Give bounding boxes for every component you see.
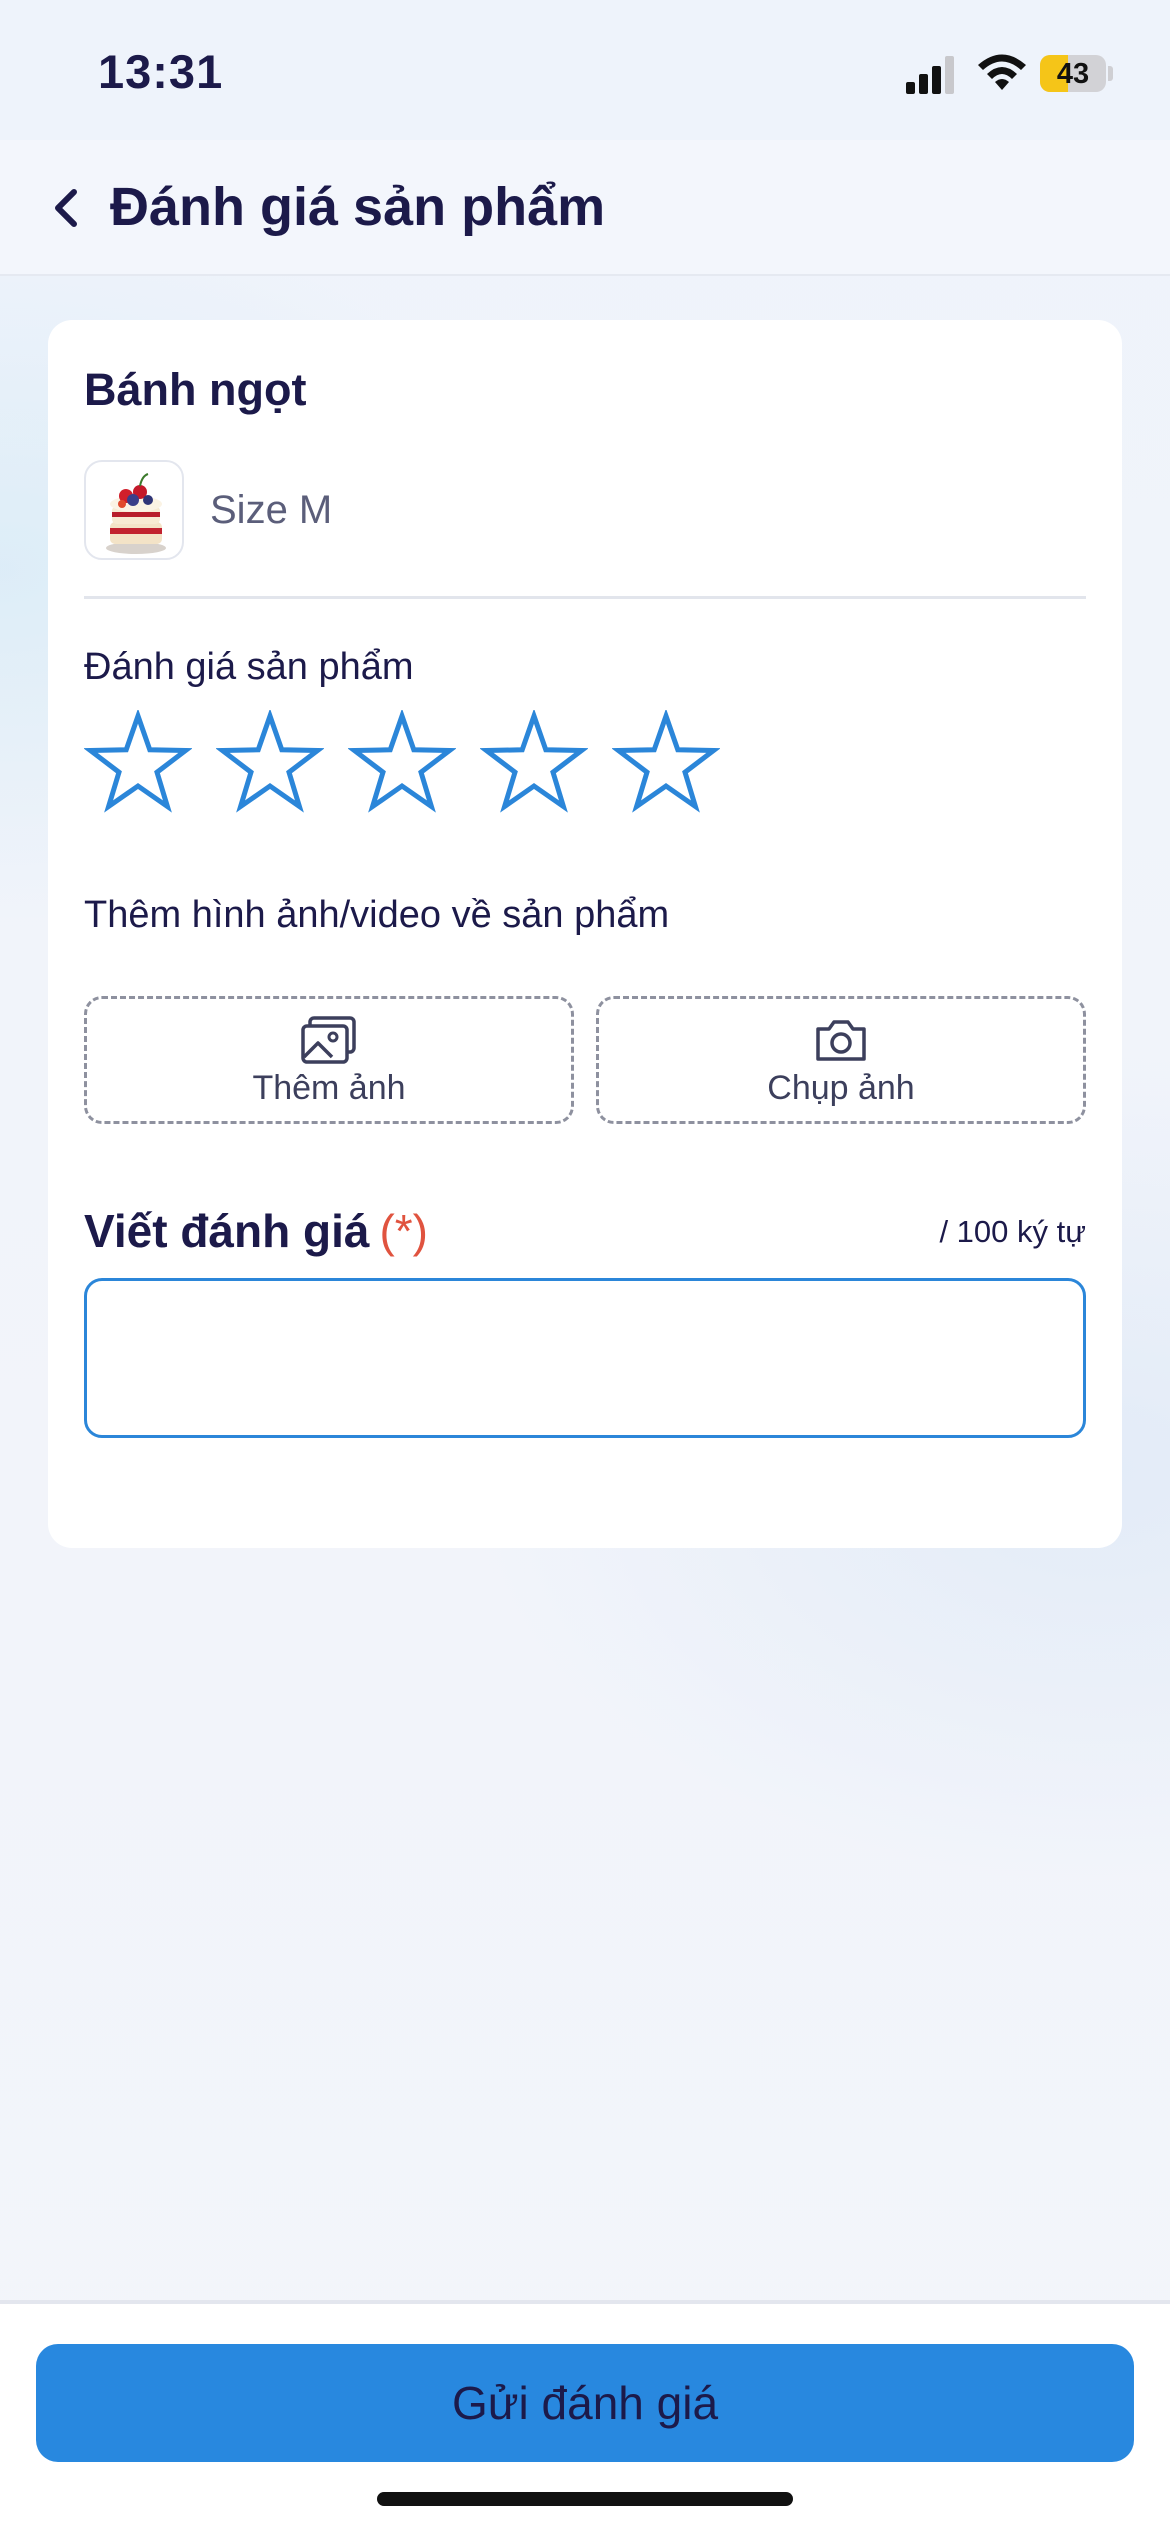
divider [84,596,1086,599]
review-input[interactable] [84,1278,1086,1438]
rating-label: Đánh giá sản phẩm [84,646,414,688]
gallery-icon [301,1016,356,1064]
star-1-icon[interactable] [84,710,192,816]
review-label: Viết đánh giá (*) [84,1204,428,1258]
product-name: Bánh ngọt [84,364,307,415]
product-variant: Size M [210,488,333,532]
camera-icon [816,1020,866,1061]
header: Đánh giá sản phẩm [0,140,1170,276]
media-label: Thêm hình ảnh/video về sản phẩm [84,894,670,936]
required-mark: (*) [379,1205,428,1257]
add-photo-label: Thêm ảnh [252,1069,406,1107]
add-photo-button[interactable]: Thêm ảnh [84,996,574,1124]
battery-cap [1108,66,1113,81]
star-4-icon[interactable] [480,710,588,816]
char-count: / 100 ký tự [939,1214,1086,1249]
star-2-icon[interactable] [216,710,324,816]
status-time: 13:31 [98,45,224,98]
battery-level: 43 [1056,58,1090,90]
bottom-bar: Gửi đánh giá [0,2300,1170,2532]
submit-review-button[interactable]: Gửi đánh giá [36,2344,1134,2462]
star-5-icon[interactable] [612,710,720,816]
wifi-icon [978,54,1026,90]
page-title: Đánh giá sản phẩm [110,177,606,237]
battery-icon: 43 [1040,55,1106,92]
take-photo-button[interactable]: Chụp ảnh [596,996,1086,1124]
take-photo-label: Chụp ảnh [767,1069,915,1107]
cellular-signal-icon [906,56,954,94]
review-label-text: Viết đánh giá [84,1205,370,1257]
home-indicator [377,2492,793,2506]
cake-image [106,473,166,554]
review-card: Bánh ngọt Size M Đánh giá sản phẩm Thêm … [48,320,1122,1548]
product-thumbnail [84,460,184,560]
star-rating [84,710,720,820]
status-bar: 13:31 43 [0,0,1170,140]
star-3-icon[interactable] [348,710,456,816]
chevron-left-icon[interactable] [44,178,90,238]
